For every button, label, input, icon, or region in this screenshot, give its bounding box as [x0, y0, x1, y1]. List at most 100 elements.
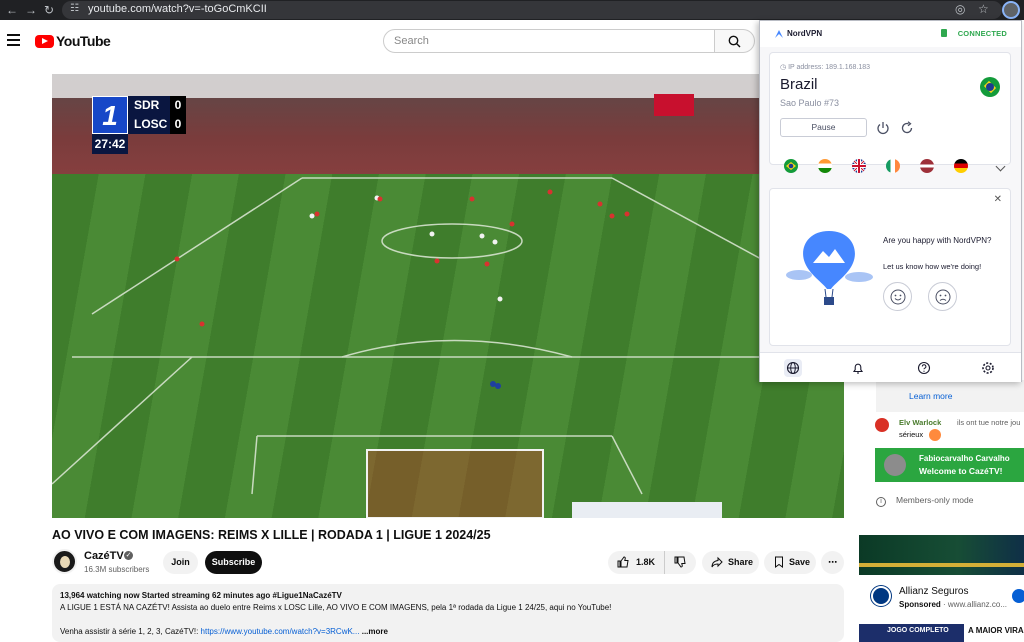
ad-sponsor-line: Sponsored · www.allianz.co... — [899, 600, 1008, 609]
info-icon: i — [876, 497, 886, 507]
description-line-2: Venha assistir à série 1, 2, 3, CazéTV!:… — [60, 626, 836, 638]
show-more-link[interactable]: ...more — [362, 627, 388, 636]
description-line: A LIGUE 1 ESTÁ NA CAZÉTV! Assista ao due… — [60, 603, 612, 612]
chat-message-text-2: sérieux — [899, 430, 924, 439]
recommended-title[interactable]: A MAIOR VIRA BARBOSA NA — [968, 626, 1024, 635]
member-name[interactable]: Fabiocarvalho Carvalho — [919, 454, 1010, 463]
like-button[interactable]: 1.8K — [608, 551, 664, 574]
pitch-lines — [52, 177, 844, 518]
home-team: SDR — [134, 98, 160, 112]
allianz-logo — [871, 586, 891, 606]
germany-flag-icon[interactable] — [954, 159, 968, 173]
sponsored-label: Sponsored — [899, 600, 941, 609]
save-button[interactable]: Save — [764, 551, 816, 574]
bookmark-icon — [775, 556, 783, 568]
settings-tab-icon[interactable] — [979, 359, 997, 377]
ad-banner-image[interactable] — [859, 535, 1024, 575]
thumbs-up-icon — [617, 556, 629, 568]
ad-banner-strip — [859, 563, 1024, 567]
menu-icon[interactable] — [7, 34, 20, 46]
video-title: AO VIVO E COM IMAGENS: REIMS X LILLE | R… — [52, 528, 491, 542]
thumbs-down-icon — [674, 556, 686, 568]
bell-tab-icon[interactable] — [849, 359, 867, 377]
eye-off-icon[interactable]: ◎ — [955, 2, 965, 16]
feedback-subtitle: Let us know how we're doing! — [883, 262, 982, 271]
match-clock: 27:42 — [92, 134, 128, 154]
member-welcome-card: Fabiocarvalho Carvalho Welcome to CazéTV… — [875, 448, 1024, 482]
brazil-flag-icon[interactable] — [784, 159, 798, 173]
forward-icon[interactable]: → — [25, 2, 37, 18]
away-team: LOSC — [134, 117, 168, 131]
member-welcome-text: Welcome to CazéTV! — [919, 466, 1003, 476]
thumbnail-caption: JOGO COMPLETO — [887, 627, 949, 634]
sad-face-button[interactable] — [928, 282, 957, 311]
nordvpn-popup: NordVPN CONNECTED IP address: 189.1.168.… — [759, 20, 1022, 382]
search-icon — [728, 35, 741, 48]
back-icon[interactable]: ← — [6, 2, 18, 18]
address-bar[interactable]: ☷ youtube.com/watch?v=-toGoCmKCII — [62, 1, 1002, 19]
country-name: Brazil — [780, 76, 818, 93]
chat-message-text: ils ont tue notre jou — [957, 418, 1021, 427]
search-button[interactable] — [715, 29, 755, 53]
join-button[interactable]: Join — [163, 551, 198, 574]
channel-avatar[interactable] — [52, 549, 77, 574]
subscribe-button[interactable]: Subscribe — [205, 551, 262, 574]
nordvpn-extension-icon[interactable] — [1002, 1, 1020, 19]
reload-icon[interactable]: ↻ — [44, 2, 54, 18]
sad-face-icon — [935, 289, 951, 305]
verified-icon: ✓ — [124, 551, 133, 560]
chat-author[interactable]: Elv Warlock — [899, 418, 941, 427]
pitchside-banner — [572, 502, 722, 518]
help-tab-icon[interactable] — [915, 359, 933, 377]
more-actions-icon[interactable]: ⋯ — [821, 551, 844, 574]
learn-more-link[interactable]: Learn more — [876, 380, 1024, 412]
member-avatar — [884, 454, 906, 476]
feedback-question: Are you happy with NordVPN? — [883, 236, 992, 245]
share-icon — [711, 556, 723, 568]
uk-flag-icon[interactable] — [852, 159, 866, 173]
url-text: youtube.com/watch?v=-toGoCmKCII — [88, 3, 267, 15]
latvia-flag-icon[interactable] — [920, 159, 934, 173]
nordvpn-header: NordVPN CONNECTED — [760, 21, 1021, 47]
youtube-play-icon — [35, 34, 54, 48]
description-link[interactable]: https://www.youtube.com/watch?v=3RCwK... — [201, 627, 360, 636]
description-prefix: Venha assistir à série 1, 2, 3, CazéTV!: — [60, 627, 201, 636]
ireland-flag-icon[interactable] — [886, 159, 900, 173]
away-team-row: LOSC 0 — [128, 115, 186, 134]
ip-address: IP address: 189.1.168.183 — [780, 63, 870, 71]
reconnect-icon[interactable] — [900, 121, 914, 135]
ad-title[interactable]: Allianz Seguros — [899, 586, 968, 597]
lock-icon — [941, 29, 947, 37]
connection-status: CONNECTED — [957, 29, 1007, 38]
site-info-icon[interactable]: ☷ — [70, 3, 79, 14]
happy-face-icon — [890, 289, 906, 305]
search-input[interactable]: Search — [383, 29, 715, 53]
nordvpn-tab-bar — [760, 352, 1021, 382]
balloon-illustration — [786, 231, 873, 305]
share-button[interactable]: Share — [702, 551, 759, 574]
ad-domain: www.allianz.co... — [947, 600, 1008, 609]
close-icon[interactable]: ✕ — [994, 194, 1002, 205]
share-label: Share — [728, 557, 754, 567]
feedback-card: ✕ Are you happy with NordVPN? Let us kno… — [769, 188, 1011, 346]
globe-tab-icon[interactable] — [784, 359, 802, 377]
power-icon[interactable] — [876, 121, 890, 135]
youtube-logo[interactable]: YouTube — [35, 33, 111, 49]
video-player[interactable]: 1 SDR 0 LOSC 0 27:42 — [52, 74, 844, 518]
video-description[interactable]: 13,964 watching now Started streaming 62… — [52, 584, 844, 642]
home-team-row: SDR 0 — [128, 96, 186, 115]
subscriber-count: 16.3M subscribers — [84, 565, 150, 574]
ad-cta-button[interactable] — [1012, 589, 1024, 603]
bookmark-star-icon[interactable]: ☆ — [978, 2, 989, 16]
pause-button[interactable]: Pause — [780, 118, 867, 137]
india-flag-icon[interactable] — [818, 159, 832, 173]
happy-face-button[interactable] — [883, 282, 912, 311]
chevron-down-icon[interactable] — [995, 161, 1006, 172]
members-only-label: Members-only mode — [896, 495, 974, 505]
youtube-logo-text: YouTube — [56, 33, 111, 49]
nordvpn-logo-icon — [775, 30, 783, 38]
dislike-button[interactable] — [664, 551, 696, 574]
channel-name[interactable]: CazéTV — [84, 550, 124, 562]
recommended-thumbnail[interactable]: JOGO COMPLETO — [859, 624, 964, 642]
angry-emoji-icon — [929, 429, 941, 441]
